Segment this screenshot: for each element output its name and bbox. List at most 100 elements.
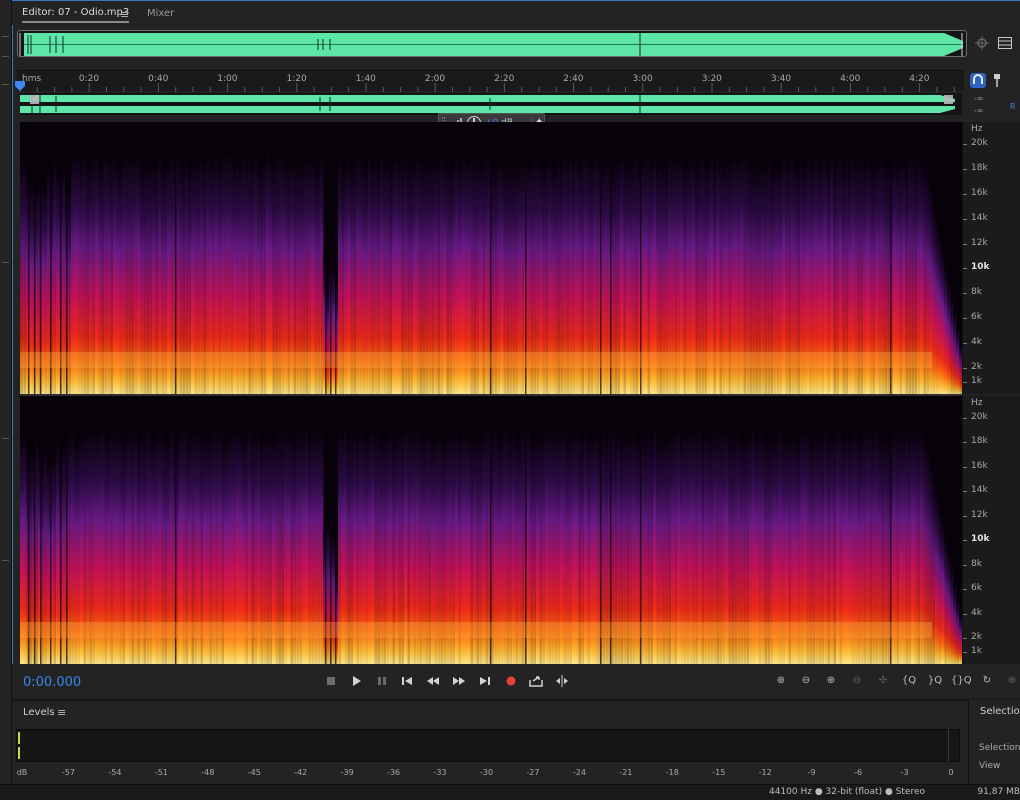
- freq-tick: [963, 193, 967, 195]
- zoom-icon: }Q: [927, 675, 943, 686]
- zoom-reset-button[interactable]: ↻: [977, 672, 997, 690]
- ruler-ticks: [19, 83, 955, 92]
- play-button[interactable]: [347, 672, 365, 690]
- zoom-out-point-button[interactable]: }Q: [925, 672, 945, 690]
- freq-tick: [963, 589, 967, 591]
- freq-label: 14k: [971, 212, 988, 223]
- gutter-mark: [2, 56, 9, 57]
- overview-navigator[interactable]: [17, 30, 967, 57]
- rewind-button[interactable]: [424, 672, 442, 690]
- move-to-end-button[interactable]: [476, 672, 494, 690]
- freq-unit-label: Hz: [971, 398, 983, 408]
- level-scale-label: -45: [247, 768, 261, 777]
- time-display[interactable]: 0:00.000: [23, 675, 81, 690]
- zoom-in-amplitude-button[interactable]: ⊕: [771, 672, 791, 690]
- record-button[interactable]: [502, 672, 520, 690]
- level-scale-label: -12: [758, 768, 772, 777]
- level-scale-label: -9: [807, 768, 816, 777]
- move-to-start-button[interactable]: [398, 672, 416, 690]
- zoom-icon: ✣: [878, 675, 888, 686]
- spectrogram-left-channel[interactable]: [20, 122, 962, 394]
- channel-r-label[interactable]: R: [1010, 102, 1016, 111]
- freq-tick: [963, 418, 967, 419]
- zoom-icon: ⊕: [776, 675, 786, 686]
- freq-tick: [963, 466, 967, 468]
- freq-label: 6k: [971, 583, 982, 594]
- zoom-out-full-button[interactable]: ✣: [873, 672, 893, 690]
- zoom-in-point-button[interactable]: {Q: [899, 672, 919, 690]
- stop-button[interactable]: [322, 672, 340, 690]
- freq-tick: [963, 638, 967, 639]
- frequency-scale-right[interactable]: Hz 20k 18k 16k 14k 12k 10k 8k 6k 4k 2k 1k: [962, 396, 1020, 664]
- zoom-in-time-button[interactable]: ⊕: [821, 672, 841, 690]
- zoom-icon: ↻: [982, 675, 992, 686]
- level-scale-label: -24: [572, 768, 586, 777]
- level-scale-label: -27: [526, 768, 540, 777]
- meter-clip-indicator[interactable]: [948, 729, 960, 762]
- tab-mixer[interactable]: Mixer: [147, 8, 174, 19]
- zoom-full-icon[interactable]: [974, 35, 990, 51]
- clip-waveform: [20, 93, 962, 115]
- tab-editor[interactable]: Editor: 07 - Odio.mp3: [22, 7, 130, 23]
- clip-lane[interactable]: [20, 93, 962, 115]
- level-scale-label: -39: [340, 768, 354, 777]
- spectrogram-right-channel[interactable]: [20, 396, 962, 664]
- zoom-extra-button[interactable]: ⊕: [1002, 672, 1020, 690]
- pause-button[interactable]: [373, 672, 391, 690]
- freq-tick: [963, 168, 967, 170]
- freq-tick: [963, 540, 967, 542]
- zoom-out-amplitude-button[interactable]: ⊖: [796, 672, 816, 690]
- skip-back-icon: [402, 677, 412, 685]
- freq-label: 8k: [971, 558, 982, 569]
- fast-forward-button[interactable]: [450, 672, 468, 690]
- level-scale-label: -33: [433, 768, 447, 777]
- file-size-status: 91,87 MB: [977, 787, 1020, 797]
- level-scale-label: -3: [900, 768, 909, 777]
- freq-tick: [963, 382, 967, 383]
- freq-tick: [963, 442, 967, 444]
- tab-bar: Editor: 07 - Odio.mp3 ≡ Mixer: [12, 1, 1020, 25]
- freq-tick: [963, 652, 967, 653]
- pause-icon: [378, 677, 386, 685]
- level-scale-label: -18: [665, 768, 679, 777]
- meter-peak-left: [18, 732, 20, 744]
- freq-tick: [963, 613, 967, 615]
- levels-title[interactable]: Levels: [23, 707, 55, 718]
- db-readout-top: -∞: [974, 94, 984, 103]
- freq-label: 1k: [971, 376, 982, 386]
- freq-unit-label: Hz: [971, 124, 983, 134]
- view-row-label: View: [979, 761, 1001, 771]
- levels-menu-icon[interactable]: ≡: [57, 706, 66, 719]
- level-scale-label: -15: [712, 768, 726, 777]
- level-meter: [16, 729, 960, 762]
- gutter-mark: [2, 560, 9, 561]
- freq-tick: [963, 268, 967, 270]
- freq-label: 18k: [971, 162, 988, 173]
- export-button[interactable]: [527, 672, 545, 690]
- audio-format-status: 44100 Hz ● 32-bit (float) ● Stereo: [768, 787, 925, 797]
- level-scale-label: -30: [479, 768, 494, 777]
- gutter-mark: [2, 438, 9, 439]
- level-scale-label: -57: [61, 768, 75, 777]
- zoom-selection-button[interactable]: {}Q: [951, 672, 972, 690]
- panel-layout-icon[interactable]: [998, 37, 1012, 49]
- skip-selection-button[interactable]: [553, 672, 571, 690]
- levels-panel: Levels ≡ dB -57 -54 -51 -48 -45 -42 -39 -36 -33 -3…: [12, 700, 968, 784]
- skip-selection-icon: [556, 675, 568, 687]
- freq-tick: [963, 343, 967, 345]
- frequency-scale-left[interactable]: Hz 20k 18k 16k 14k 12k 10k 8k 6k 4k 2k 1k: [962, 122, 1020, 394]
- left-panel-gutter: [0, 0, 12, 800]
- zoom-out-time-button[interactable]: ⊖: [847, 672, 867, 690]
- loop-toggle-icon[interactable]: [970, 73, 986, 88]
- export-icon: [529, 676, 543, 687]
- level-scale-label: -48: [201, 768, 215, 777]
- selection-panel-title[interactable]: Selection/: [980, 706, 1020, 717]
- playhead-marker-icon[interactable]: [14, 81, 26, 91]
- transport-bar: 0:00.000 ⊕ ⊖ ⊕ ⊖ ✣ {Q }Q {}Q ↻ ⊕: [12, 664, 1020, 698]
- spectrogram-right-image: [20, 396, 962, 664]
- marker-pin-icon[interactable]: [992, 73, 1002, 88]
- freq-tick: [963, 144, 967, 145]
- freq-label: 16k: [971, 460, 988, 471]
- tab-menu-icon[interactable]: ≡: [120, 8, 129, 21]
- time-ruler[interactable]: hms 0:20 0:40 1:00 1:20 1:40 2:00 2:20 2:40 3:00…: [17, 70, 964, 92]
